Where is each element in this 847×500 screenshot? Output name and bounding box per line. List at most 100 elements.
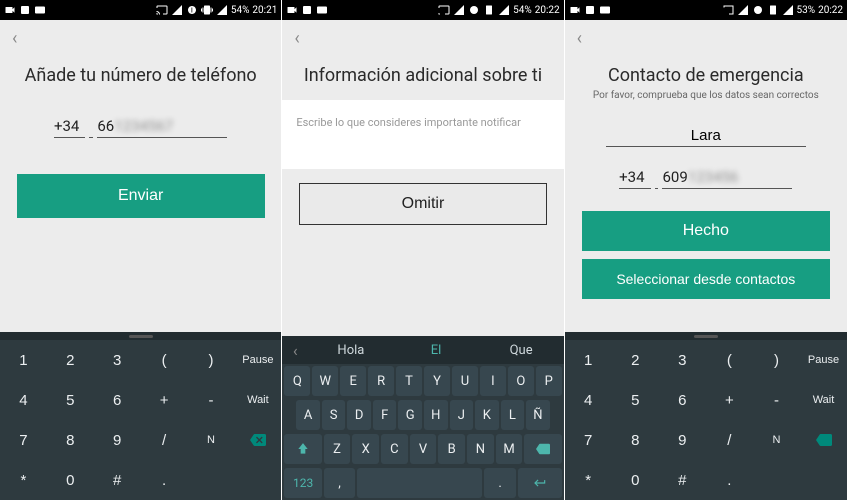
backspace-icon[interactable]	[234, 420, 281, 460]
key-9[interactable]: 9	[659, 420, 706, 460]
back-button[interactable]: ‹	[282, 20, 563, 57]
key-q[interactable]: Q	[284, 366, 310, 396]
key-pause[interactable]: Pause	[800, 340, 847, 380]
backspace-key[interactable]	[524, 434, 561, 464]
key-3[interactable]: 3	[94, 340, 141, 380]
key-8[interactable]: 8	[612, 420, 659, 460]
key-u[interactable]: U	[452, 366, 478, 396]
key-v[interactable]: V	[410, 434, 437, 464]
skip-button[interactable]: Omitir	[299, 183, 547, 225]
key-star[interactable]: *	[565, 460, 612, 500]
key-7[interactable]: 7	[0, 420, 47, 460]
key-7[interactable]: 7	[565, 420, 612, 460]
key-pause[interactable]: Pause	[234, 340, 281, 380]
key-r[interactable]: R	[368, 366, 394, 396]
key-wait[interactable]: Wait	[800, 380, 847, 420]
key-slash[interactable]: /	[706, 420, 753, 460]
country-prefix[interactable]: +34	[619, 168, 650, 189]
key-n[interactable]: N	[188, 420, 235, 460]
key-2[interactable]: 2	[47, 340, 94, 380]
key-g[interactable]: G	[398, 400, 422, 430]
enter-key[interactable]	[518, 468, 562, 498]
key-enye[interactable]: Ñ	[526, 400, 550, 430]
key-x[interactable]: X	[352, 434, 379, 464]
key-slash[interactable]: /	[141, 420, 188, 460]
key-0[interactable]: 0	[612, 460, 659, 500]
done-button[interactable]: Hecho	[582, 211, 830, 251]
key-m[interactable]: M	[496, 434, 523, 464]
suggestion-3[interactable]: Que	[479, 343, 564, 358]
keypad-handle[interactable]	[0, 332, 281, 340]
phone-input[interactable]: 609123456	[662, 168, 792, 189]
key-4[interactable]: 4	[565, 380, 612, 420]
key-4[interactable]: 4	[0, 380, 47, 420]
key-paren-close[interactable]: )	[753, 340, 800, 380]
phone-input[interactable]: 661234567	[97, 117, 227, 138]
key-a[interactable]: A	[296, 400, 320, 430]
key-hash[interactable]: #	[659, 460, 706, 500]
suggestion-1[interactable]: Hola	[308, 343, 393, 358]
contact-name-input[interactable]	[606, 127, 806, 147]
key-3[interactable]: 3	[659, 340, 706, 380]
key-y[interactable]: Y	[424, 366, 450, 396]
key-paren-open[interactable]: (	[706, 340, 753, 380]
submit-button[interactable]: Enviar	[17, 174, 265, 218]
key-o[interactable]: O	[508, 366, 534, 396]
keypad-handle[interactable]	[565, 332, 847, 340]
key-6[interactable]: 6	[659, 380, 706, 420]
key-blank[interactable]	[753, 460, 800, 500]
key-h[interactable]: H	[424, 400, 448, 430]
shift-key[interactable]	[284, 434, 321, 464]
key-9[interactable]: 9	[94, 420, 141, 460]
key-dot[interactable]: .	[706, 460, 753, 500]
key-n[interactable]: N	[753, 420, 800, 460]
key-minus[interactable]: -	[753, 380, 800, 420]
back-button[interactable]: ‹	[565, 20, 847, 57]
key-6[interactable]: 6	[94, 380, 141, 420]
key-5[interactable]: 5	[47, 380, 94, 420]
numbers-key[interactable]: 123	[284, 468, 322, 498]
key-blank2[interactable]	[800, 460, 847, 500]
key-2[interactable]: 2	[612, 340, 659, 380]
key-1[interactable]: 1	[0, 340, 47, 380]
backspace-icon[interactable]	[800, 420, 847, 460]
key-hash[interactable]: #	[94, 460, 141, 500]
key-5[interactable]: 5	[612, 380, 659, 420]
suggestion-2[interactable]: El	[393, 343, 478, 358]
key-c[interactable]: C	[381, 434, 408, 464]
key-minus[interactable]: -	[188, 380, 235, 420]
key-star[interactable]: *	[0, 460, 47, 500]
space-key[interactable]	[357, 468, 482, 498]
suggestion-back-icon[interactable]: ‹	[282, 341, 308, 360]
comma-key[interactable]: ,	[324, 468, 355, 498]
key-e[interactable]: E	[340, 366, 366, 396]
key-dot[interactable]: .	[141, 460, 188, 500]
key-l[interactable]: L	[501, 400, 525, 430]
period-key[interactable]: .	[484, 468, 515, 498]
key-p[interactable]: P	[536, 366, 562, 396]
key-blank2[interactable]	[234, 460, 281, 500]
key-z[interactable]: Z	[324, 434, 351, 464]
back-button[interactable]: ‹	[0, 20, 281, 57]
info-textarea[interactable]: Escribe lo que consideres importante not…	[282, 100, 563, 169]
key-i[interactable]: I	[480, 366, 506, 396]
key-w[interactable]: W	[312, 366, 338, 396]
key-k[interactable]: K	[475, 400, 499, 430]
key-paren-open[interactable]: (	[141, 340, 188, 380]
key-d[interactable]: D	[347, 400, 371, 430]
key-8[interactable]: 8	[47, 420, 94, 460]
key-1[interactable]: 1	[565, 340, 612, 380]
key-paren-close[interactable]: )	[188, 340, 235, 380]
key-plus[interactable]: +	[706, 380, 753, 420]
key-n[interactable]: N	[467, 434, 494, 464]
key-t[interactable]: T	[396, 366, 422, 396]
select-contacts-button[interactable]: Seleccionar desde contactos	[582, 259, 830, 299]
key-wait[interactable]: Wait	[234, 380, 281, 420]
key-blank[interactable]	[188, 460, 235, 500]
key-0[interactable]: 0	[47, 460, 94, 500]
key-j[interactable]: J	[450, 400, 474, 430]
key-plus[interactable]: +	[141, 380, 188, 420]
country-prefix[interactable]: +34	[54, 117, 85, 138]
key-s[interactable]: S	[322, 400, 346, 430]
key-b[interactable]: B	[438, 434, 465, 464]
